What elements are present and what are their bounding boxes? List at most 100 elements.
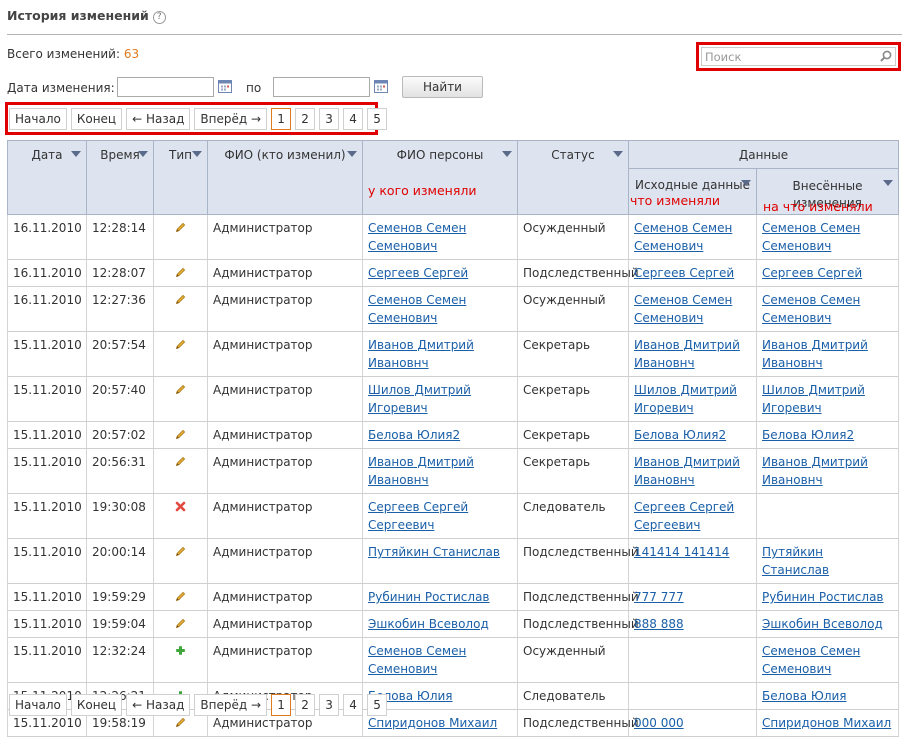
column-header-original[interactable]: Исходные данные что изменяли <box>628 168 757 215</box>
person-link[interactable]: Белова Юлия2 <box>368 428 460 442</box>
date-cell: 16.11.2010 <box>7 214 87 260</box>
changed-data-link[interactable]: Белова Юлия2 <box>762 428 854 442</box>
original-data-cell: Семенов Семен Семенович <box>628 286 757 332</box>
changed-data-link[interactable]: Иванов Дмитрий Ивановнч <box>762 455 868 487</box>
pager-forward-button[interactable]: Вперёд → <box>194 108 268 130</box>
pager-page-4[interactable]: 4 <box>343 694 364 716</box>
person-cell: Сергеев Сергей Сергеевич <box>362 493 518 539</box>
editor-cell: Администратор <box>207 493 363 539</box>
original-data-link[interactable]: Иванов Дмитрий Ивановнч <box>634 455 740 487</box>
pager-page-3[interactable]: 3 <box>319 108 340 130</box>
changed-data-link[interactable]: Сергеев Сергей <box>762 266 862 280</box>
original-data-link[interactable]: Иванов Дмитрий Ивановнч <box>634 338 740 370</box>
column-header-editor[interactable]: ФИО (кто изменил) <box>207 140 363 215</box>
person-link[interactable]: Путяйкин Станислав <box>368 545 500 559</box>
date-cell: 15.11.2010 <box>7 583 87 611</box>
page-title: История изменений? <box>7 8 166 24</box>
table-row: 15.11.2010 19:59:04 Администратор Эшкобин В… <box>7 610 899 638</box>
pager-back-button[interactable]: ← Назад <box>126 694 191 716</box>
time-cell: 20:57:54 <box>86 331 154 377</box>
column-header-status[interactable]: Статус <box>517 140 629 215</box>
person-link[interactable]: Сергеев Сергей Сергеевич <box>368 500 468 532</box>
pager-page-1[interactable]: 1 <box>271 108 292 130</box>
pager-first-button[interactable]: Начало <box>9 694 67 716</box>
person-link[interactable]: Иванов Дмитрий Ивановнч <box>368 455 474 487</box>
person-link[interactable]: Рубинин Ростислав <box>368 590 490 604</box>
pager-page-1[interactable]: 1 <box>271 694 292 716</box>
column-header-person[interactable]: ФИО персоны у кого изменяли <box>362 140 518 215</box>
changed-data-link[interactable]: Путяйкин Станислав <box>762 545 829 577</box>
table-row: 15.11.2010 20:57:40 Администратор Шилов Дми… <box>7 376 899 422</box>
search-input[interactable] <box>701 47 896 66</box>
person-link[interactable]: Иванов Дмитрий Ивановнч <box>368 338 474 370</box>
find-button[interactable]: Найти <box>402 76 483 98</box>
column-header-type[interactable]: Тип <box>153 140 208 215</box>
type-cell <box>153 493 208 539</box>
column-header-date[interactable]: Дата <box>7 140 87 215</box>
changed-data-link[interactable]: Рубинин Ростислав <box>762 590 884 604</box>
status-cell: Секретарь <box>517 448 629 494</box>
pager-page-4[interactable]: 4 <box>343 108 364 130</box>
pager-page-2[interactable]: 2 <box>295 108 316 130</box>
pencil-icon <box>175 716 186 730</box>
sort-arrow-icon[interactable] <box>71 151 81 157</box>
search-icon[interactable] <box>880 50 892 62</box>
person-cell: Иванов Дмитрий Ивановнч <box>362 448 518 494</box>
changed-data-cell: Белова Юлия <box>756 682 899 710</box>
column-header-changed[interactable]: Внесённые изменения на что изменяли <box>756 168 899 215</box>
original-data-link[interactable]: Сергеев Сергей <box>634 266 734 280</box>
help-icon[interactable]: ? <box>152 11 166 24</box>
original-data-link[interactable]: Шилов Дмитрий Игоревич <box>634 383 737 415</box>
pager-last-button[interactable]: Конец <box>70 694 123 716</box>
original-data-link[interactable]: 888 888 <box>634 617 684 631</box>
changed-data-cell: Семенов Семен Семенович <box>756 214 899 260</box>
changed-data-link[interactable]: Семенов Семен Семенович <box>762 644 860 676</box>
sort-arrow-icon[interactable] <box>502 151 512 157</box>
original-data-cell: Сергеев Сергей <box>628 259 757 287</box>
column-header-time[interactable]: Время <box>86 140 154 215</box>
sort-arrow-icon[interactable] <box>741 180 751 186</box>
person-link[interactable]: Семенов Семен Семенович <box>368 221 466 253</box>
sort-arrow-icon[interactable] <box>347 151 357 157</box>
original-data-link[interactable]: Сергеев Сергей Сергеевич <box>634 500 734 532</box>
original-data-link[interactable]: Белова Юлия2 <box>634 428 726 442</box>
changed-data-link[interactable]: Семенов Семен Семенович <box>762 221 860 253</box>
person-link[interactable]: Сергеев Сергей <box>368 266 468 280</box>
person-link[interactable]: Шилов Дмитрий Игоревич <box>368 383 471 415</box>
changed-data-link[interactable]: Белова Юлия <box>762 689 847 703</box>
pager-page-5[interactable]: 5 <box>367 108 388 130</box>
pager-forward-button[interactable]: Вперёд → <box>194 694 268 716</box>
sort-arrow-icon[interactable] <box>138 151 148 157</box>
date-to-input[interactable] <box>273 77 370 97</box>
sort-arrow-icon[interactable] <box>192 151 202 157</box>
pager-last-button[interactable]: Конец <box>70 108 123 130</box>
pager-first-button[interactable]: Начало <box>9 108 67 130</box>
person-link[interactable]: Эшкобин Всеволод <box>368 617 489 631</box>
pager-page-5[interactable]: 5 <box>367 694 388 716</box>
calendar-to-icon[interactable] <box>374 79 388 93</box>
pager-page-2[interactable]: 2 <box>295 694 316 716</box>
person-link[interactable]: Семенов Семен Семенович <box>368 644 466 676</box>
changed-data-link[interactable]: Спиридонов Михаил <box>762 716 891 730</box>
changed-data-cell: Белова Юлия2 <box>756 421 899 449</box>
changed-data-link[interactable]: Семенов Семен Семенович <box>762 293 860 325</box>
original-data-link[interactable]: 777 777 <box>634 590 684 604</box>
person-link[interactable]: Семенов Семен Семенович <box>368 293 466 325</box>
changed-data-link[interactable]: Эшкобин Всеволод <box>762 617 883 631</box>
original-data-link[interactable]: 000 000 <box>634 716 684 730</box>
date-from-input[interactable] <box>117 77 214 97</box>
sort-arrow-icon[interactable] <box>613 151 623 157</box>
changed-data-link[interactable]: Иванов Дмитрий Ивановнч <box>762 338 868 370</box>
pager-back-button[interactable]: ← Назад <box>126 108 191 130</box>
table-row: 16.11.2010 12:28:14 Администратор Семенов С… <box>7 214 899 260</box>
original-data-link[interactable]: Семенов Семен Семенович <box>634 221 732 253</box>
changed-data-link[interactable]: Шилов Дмитрий Игоревич <box>762 383 865 415</box>
sort-arrow-icon[interactable] <box>883 180 893 186</box>
original-data-link[interactable]: 141414 141414 <box>634 545 729 559</box>
calendar-from-icon[interactable] <box>218 79 232 93</box>
person-link[interactable]: Спиридонов Михаил <box>368 716 497 730</box>
pager-page-3[interactable]: 3 <box>319 694 340 716</box>
table-row: 15.11.2010 20:00:14 Администратор Путяйкин … <box>7 538 899 584</box>
time-cell: 20:56:31 <box>86 448 154 494</box>
original-data-link[interactable]: Семенов Семен Семенович <box>634 293 732 325</box>
